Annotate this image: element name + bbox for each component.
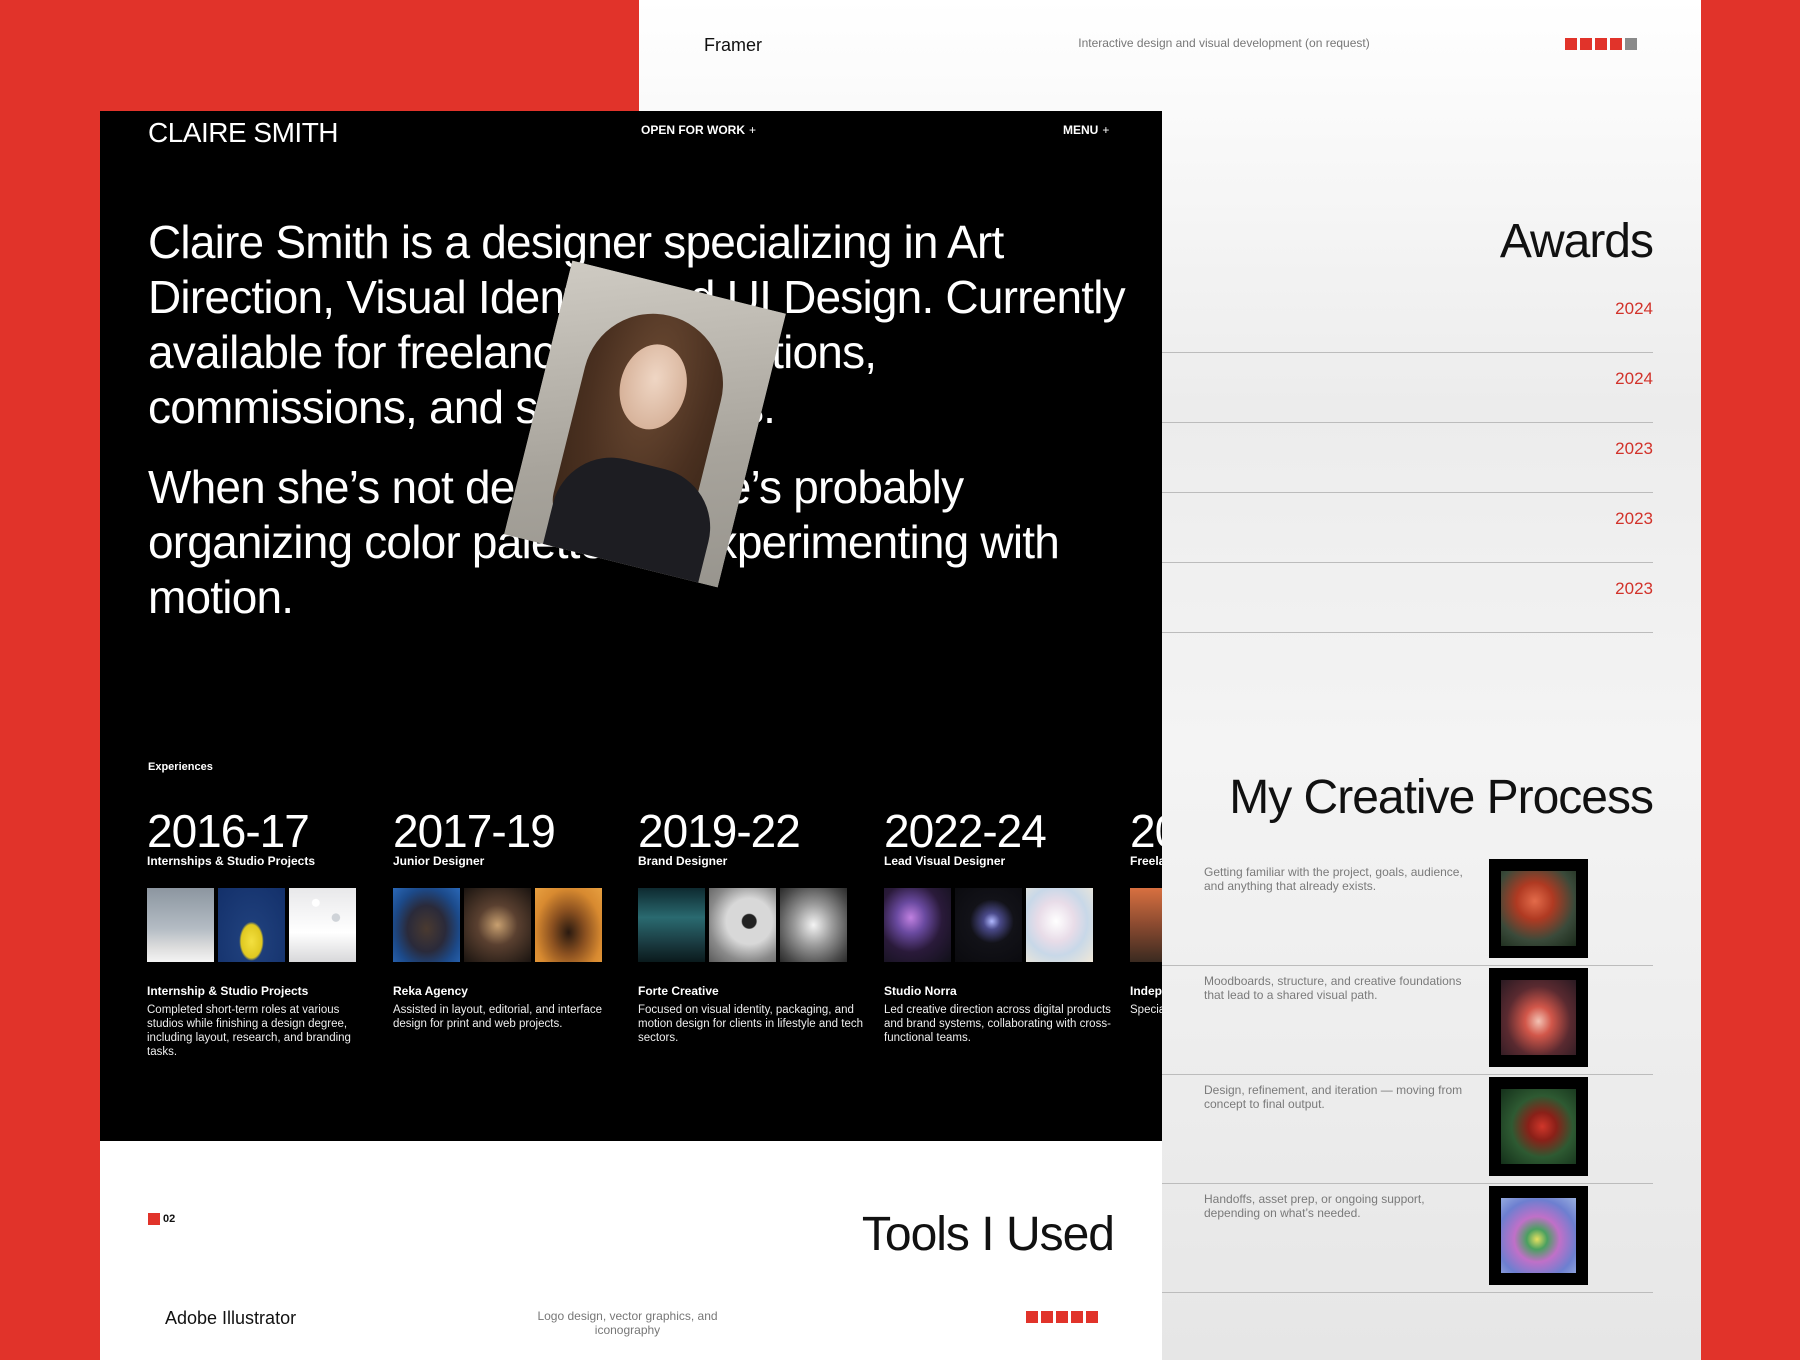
tool-name: Framer [704,35,762,55]
tool-description: Logo design, vector graphics, and iconog… [537,1309,718,1337]
gallery-image [218,888,285,962]
level-dot [1026,1311,1038,1323]
experience-company: Reka Agency [393,984,468,998]
experience-gallery [1130,888,1162,962]
gallery-image [1026,888,1093,962]
section-marker-icon [148,1213,160,1225]
level-dot [1580,38,1592,50]
experience-item: 2024- Freelance Independent Special Iden… [1130,806,1162,1017]
gallery-image [535,888,602,962]
experience-gallery [638,888,868,962]
tool-description: Interactive design and visual developmen… [1078,36,1370,50]
process-step-image [1489,968,1588,1067]
portfolio-home-page: CLAIRE SMITH OPEN FOR WORK + MENU + Claire… [100,111,1162,1360]
award-year: 2023 [1615,439,1653,458]
process-step-image [1489,859,1588,958]
gallery-image [1130,888,1162,962]
process-step-text: Handoffs, asset prep, or ongoing support… [1204,1192,1425,1220]
award-year: 2023 [1615,509,1653,528]
plus-icon: + [749,123,757,137]
award-year: 2024 [1615,369,1653,388]
open-for-work-link[interactable]: OPEN FOR WORK + [641,123,756,137]
menu-label: MENU [1063,123,1099,137]
process-step: Moodboards, structure, and creative foun… [1099,966,1653,1075]
process-step-image [1489,1077,1588,1176]
gallery-image [464,888,531,962]
level-dot [1565,38,1577,50]
experience-item: 2022-24 Lead Visual Designer Studio Norr… [884,806,1114,1045]
experience-gallery [884,888,1114,962]
awards-heading: Awards [1499,215,1654,268]
process-step: Handoffs, asset prep, or ongoing support… [1099,1184,1653,1293]
experience-company: Independent [1130,984,1162,998]
gallery-image [780,888,847,962]
gallery-image [638,888,705,962]
award-row[interactable]: 2023 [1099,563,1653,633]
experience-company: Internship & Studio Projects [147,984,309,998]
award-year: 2024 [1615,299,1653,318]
gallery-image [393,888,460,962]
process-step-text: Design, refinement, and iteration — movi… [1204,1083,1463,1111]
award-row[interactable]: 2024 [1099,353,1653,423]
experience-item: 2017-19 Junior Designer Reka Agency Assi… [393,806,623,1031]
gallery-image [709,888,776,962]
menu-button[interactable]: MENU + [1063,123,1109,137]
experience-gallery [393,888,623,962]
experience-item: 2019-22 Brand Designer Forte Creative Fo… [638,806,868,1045]
tool-name: Adobe Illustrator [165,1308,297,1328]
plus-icon: + [1102,123,1110,137]
experience-years: 2017-19 [393,805,556,857]
tool-row-framer: Framer Interactive design and visual dev… [639,0,1701,80]
experience-description: Focused on visual identity, packaging, a… [638,1004,864,1044]
site-logo[interactable]: CLAIRE SMITH [148,117,339,149]
award-row[interactable]: 2024 [1099,283,1653,353]
level-dot [1041,1311,1053,1323]
section-number: 02 [148,1213,175,1225]
award-row[interactable]: 2023 [1099,493,1653,563]
level-dot [1595,38,1607,50]
gallery-image [884,888,951,962]
experience-years: 2024- [1130,805,1162,857]
gallery-image [147,888,214,962]
level-dot [1625,38,1637,50]
level-dot [1086,1311,1098,1323]
process-step: Getting familiar with the project, goals… [1099,857,1653,966]
experience-description: Special Identity startups [1130,1004,1162,1016]
tool-proficiency-level [1565,38,1637,50]
experience-gallery [147,888,377,962]
tool-proficiency-level [1026,1311,1098,1323]
tools-heading: Tools I Used [861,1208,1115,1261]
experience-company: Forte Creative [638,984,719,998]
level-dot [1056,1311,1068,1323]
experience-role: Freelance [1130,854,1162,868]
experience-item: 2016-17 Internships & Studio Projects In… [147,806,377,1059]
creative-process-heading: My Creative Process [1229,771,1654,824]
award-year: 2023 [1615,579,1653,598]
experience-years: 2016-17 [147,805,310,857]
hero-section: CLAIRE SMITH OPEN FOR WORK + MENU + Claire… [100,111,1162,1141]
experiences-label: Experiences [148,761,213,773]
gallery-image [289,888,356,962]
process-step-text: Moodboards, structure, and creative foun… [1204,974,1462,1002]
experience-description: Assisted in layout, editorial, and inter… [393,1004,603,1030]
process-step-text: Getting familiar with the project, goals… [1204,865,1463,893]
gallery-image [955,888,1022,962]
experience-description: Led creative direction across digital pr… [884,1004,1111,1044]
experience-years: 2022-24 [884,805,1047,857]
experience-company: Studio Norra [884,984,957,998]
section-number-label: 02 [163,1213,176,1225]
process-step-image [1489,1186,1588,1285]
experience-role: Lead Visual Designer [884,854,1006,868]
process-step: Design, refinement, and iteration — movi… [1099,1075,1653,1184]
experience-description: Completed short-term roles at various st… [147,1004,351,1058]
open-for-work-label: OPEN FOR WORK [641,123,745,137]
level-dot [1071,1311,1083,1323]
award-row[interactable]: 2023 [1099,423,1653,493]
experience-years: 2019-22 [638,805,801,857]
level-dot [1610,38,1622,50]
experience-role: Internships & Studio Projects [147,854,316,868]
